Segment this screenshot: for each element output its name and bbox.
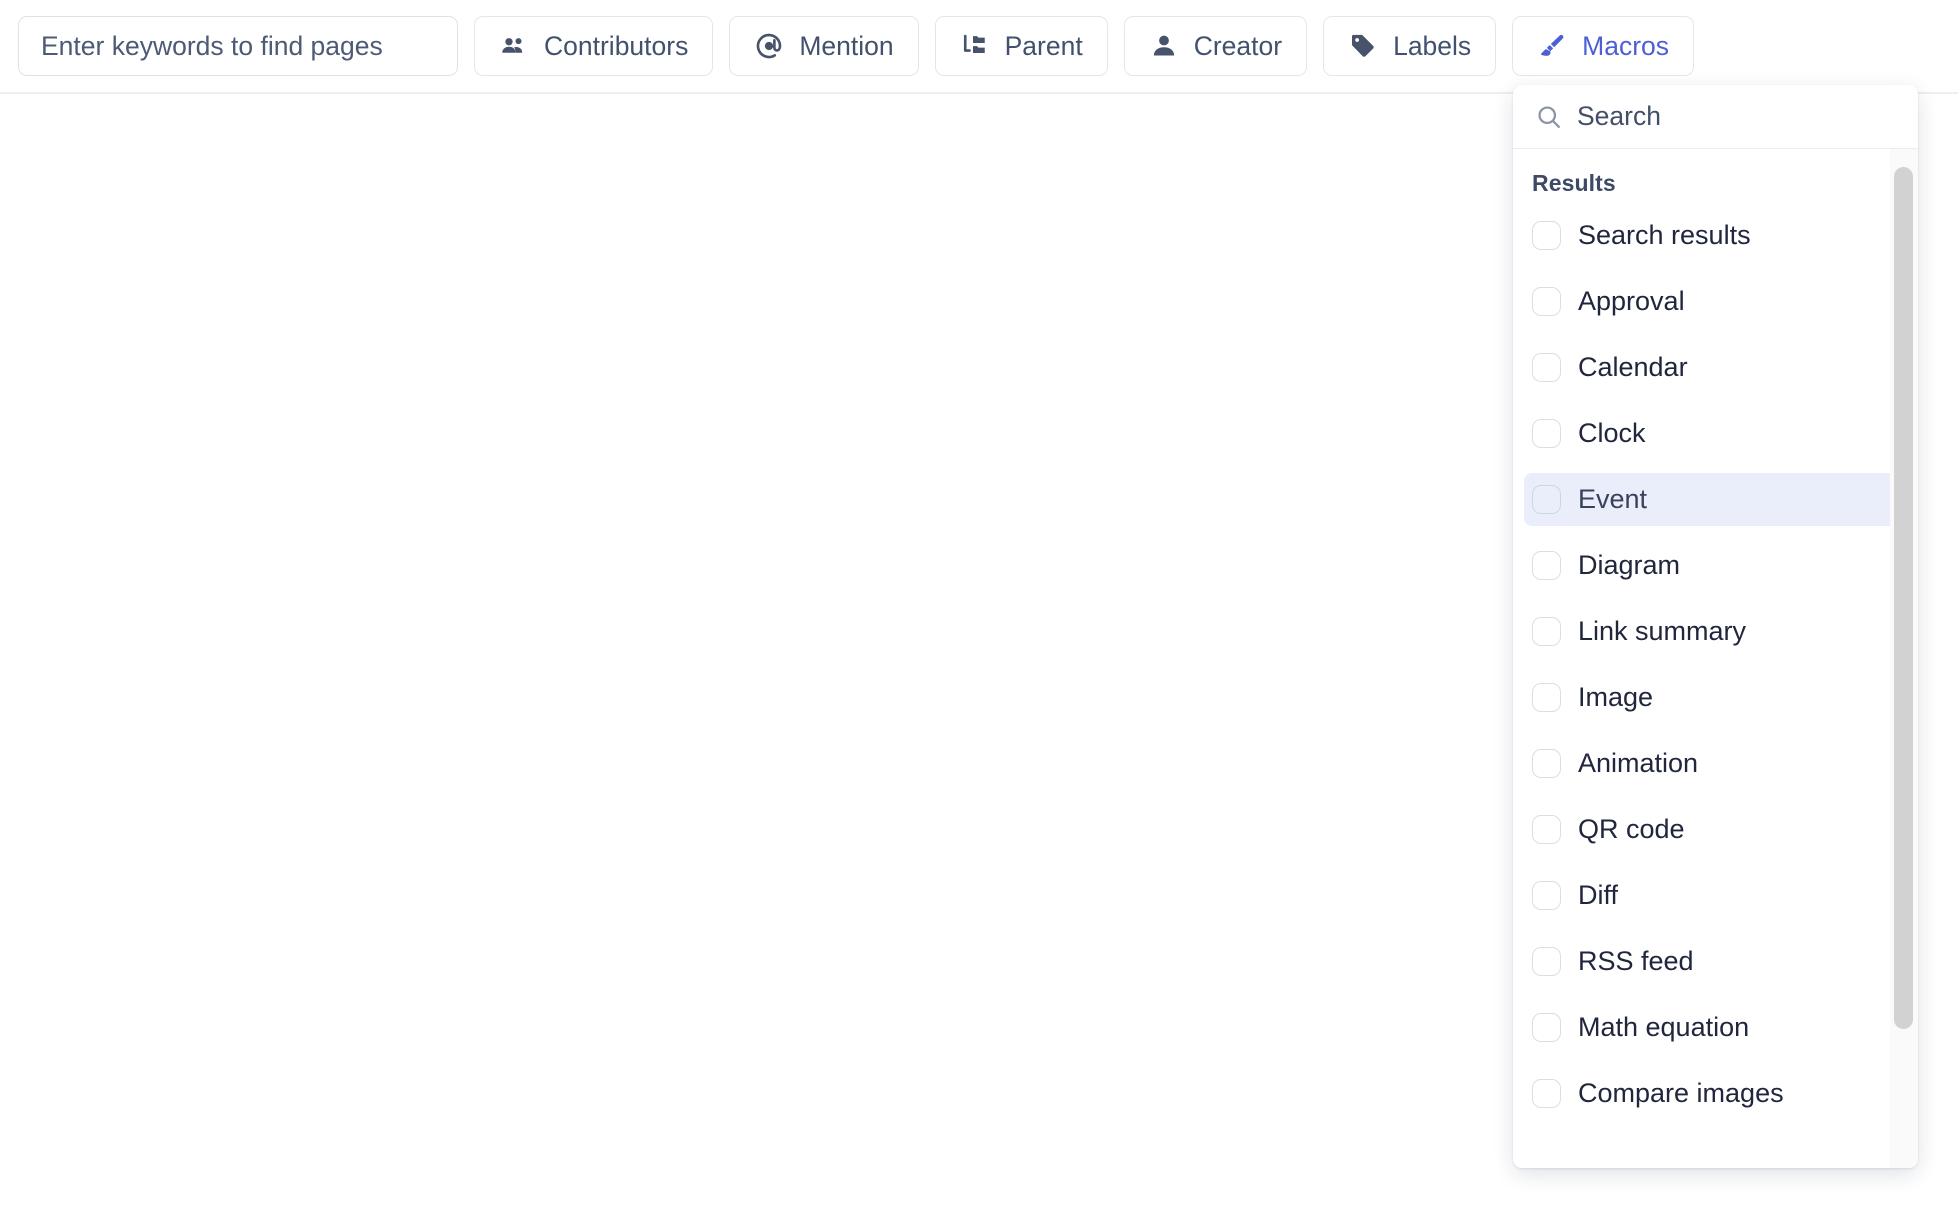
macro-list-item[interactable]: Diagram bbox=[1524, 539, 1907, 592]
macro-item-label: Image bbox=[1578, 684, 1653, 711]
filter-button-contributors[interactable]: Contributors bbox=[474, 16, 713, 76]
macro-list-item[interactable]: Event bbox=[1524, 473, 1907, 526]
macro-checkbox[interactable] bbox=[1532, 815, 1561, 844]
filter-button-parent[interactable]: Parent bbox=[935, 16, 1108, 76]
filter-button-mention[interactable]: Mention bbox=[729, 16, 918, 76]
filter-button-label: Contributors bbox=[544, 31, 688, 62]
macro-item-label: Diagram bbox=[1578, 552, 1680, 579]
macro-item-label: Diff bbox=[1578, 882, 1618, 909]
macro-list-item[interactable]: Link summary bbox=[1524, 605, 1907, 658]
macro-checkbox[interactable] bbox=[1532, 287, 1561, 316]
macros-results-scroll-area: Results Search results Approval Calendar Cl… bbox=[1513, 149, 1918, 1168]
macros-scrollbar-thumb[interactable] bbox=[1894, 167, 1913, 1029]
macro-list-item[interactable]: Diff bbox=[1524, 869, 1907, 922]
macro-list-item[interactable]: RSS feed bbox=[1524, 935, 1907, 988]
macro-item-label: Search results bbox=[1578, 222, 1751, 249]
macro-item-label: Animation bbox=[1578, 750, 1698, 777]
macro-item-label: Math equation bbox=[1578, 1014, 1749, 1041]
macro-list-item[interactable]: Calendar bbox=[1524, 341, 1907, 394]
macros-search-row bbox=[1513, 85, 1918, 149]
filter-button-label: Creator bbox=[1194, 31, 1282, 62]
macro-checkbox[interactable] bbox=[1532, 1013, 1561, 1042]
results-heading: Results bbox=[1513, 157, 1918, 209]
macro-checkbox[interactable] bbox=[1532, 617, 1561, 646]
filter-button-label: Macros bbox=[1582, 31, 1669, 62]
macro-item-label: RSS feed bbox=[1578, 948, 1694, 975]
macro-checkbox[interactable] bbox=[1532, 1079, 1561, 1108]
macro-item-label: Event bbox=[1578, 486, 1647, 513]
person-icon bbox=[1149, 31, 1179, 61]
filter-button-label: Labels bbox=[1393, 31, 1471, 62]
macros-list: Search results Approval Calendar Clock Event… bbox=[1513, 209, 1918, 1120]
macro-item-label: Calendar bbox=[1578, 354, 1688, 381]
macros-search-input[interactable] bbox=[1577, 101, 1896, 132]
parent-tree-icon bbox=[960, 31, 990, 61]
macro-list-item[interactable]: QR code bbox=[1524, 803, 1907, 856]
filter-toolbar: Contributors Mention Parent Creator Labels Ma… bbox=[0, 0, 1958, 94]
macro-checkbox[interactable] bbox=[1532, 881, 1561, 910]
macro-checkbox[interactable] bbox=[1532, 683, 1561, 712]
filter-button-macros[interactable]: Macros bbox=[1512, 16, 1694, 76]
macro-list-item[interactable]: Approval bbox=[1524, 275, 1907, 328]
macros-dropdown-panel: Results Search results Approval Calendar Cl… bbox=[1513, 85, 1918, 1168]
macro-checkbox[interactable] bbox=[1532, 749, 1561, 778]
filter-button-creator[interactable]: Creator bbox=[1124, 16, 1307, 76]
macro-item-label: Approval bbox=[1578, 288, 1685, 315]
macro-item-label: Clock bbox=[1578, 420, 1646, 447]
mention-icon bbox=[754, 31, 784, 61]
filter-button-label: Parent bbox=[1005, 31, 1083, 62]
contributors-icon bbox=[499, 31, 529, 61]
macro-item-label: QR code bbox=[1578, 816, 1685, 843]
macro-item-label: Compare images bbox=[1578, 1080, 1784, 1107]
macro-checkbox[interactable] bbox=[1532, 221, 1561, 250]
macro-list-item[interactable]: Search results bbox=[1524, 209, 1907, 262]
filter-button-labels[interactable]: Labels bbox=[1323, 16, 1496, 76]
macro-list-item[interactable]: Animation bbox=[1524, 737, 1907, 790]
macros-scrollbar-track[interactable] bbox=[1890, 149, 1918, 1168]
macro-checkbox[interactable] bbox=[1532, 947, 1561, 976]
macro-item-label: Link summary bbox=[1578, 618, 1746, 645]
macro-list-item[interactable]: Image bbox=[1524, 671, 1907, 724]
macro-list-item[interactable]: Math equation bbox=[1524, 1001, 1907, 1054]
paintbrush-icon bbox=[1537, 31, 1567, 61]
macro-checkbox[interactable] bbox=[1532, 485, 1561, 514]
filter-button-label: Mention bbox=[799, 31, 893, 62]
search-icon bbox=[1535, 103, 1563, 131]
macro-checkbox[interactable] bbox=[1532, 353, 1561, 382]
macro-list-item[interactable]: Clock bbox=[1524, 407, 1907, 460]
keyword-search-input[interactable] bbox=[18, 16, 458, 76]
tag-icon bbox=[1348, 31, 1378, 61]
macro-list-item[interactable]: Compare images bbox=[1524, 1067, 1907, 1120]
macro-checkbox[interactable] bbox=[1532, 419, 1561, 448]
macro-checkbox[interactable] bbox=[1532, 551, 1561, 580]
